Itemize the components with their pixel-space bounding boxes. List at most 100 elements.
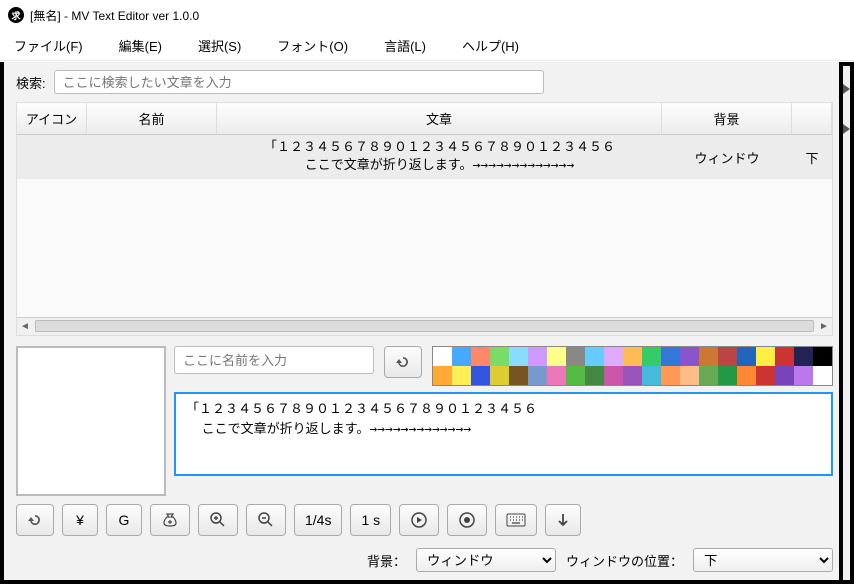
target-button[interactable] bbox=[399, 504, 439, 536]
background-select[interactable]: ウィンドウ bbox=[416, 548, 556, 572]
color-swatch[interactable] bbox=[718, 366, 737, 385]
color-palette bbox=[432, 346, 833, 386]
color-swatch[interactable] bbox=[452, 366, 471, 385]
menu-lang[interactable]: 言語(L) bbox=[384, 36, 426, 55]
color-swatch[interactable] bbox=[775, 366, 794, 385]
color-swatch[interactable] bbox=[813, 347, 832, 366]
menu-file[interactable]: ファイル(F) bbox=[14, 36, 83, 55]
window-pos-select[interactable]: 下 bbox=[693, 548, 833, 572]
record-icon bbox=[458, 511, 476, 529]
header-text[interactable]: 文章 bbox=[217, 103, 662, 134]
color-swatch[interactable] bbox=[433, 347, 452, 366]
color-swatch[interactable] bbox=[756, 366, 775, 385]
color-swatch[interactable] bbox=[509, 366, 528, 385]
color-swatch[interactable] bbox=[756, 347, 775, 366]
color-swatch[interactable] bbox=[623, 366, 642, 385]
money-bag-icon bbox=[161, 511, 179, 529]
color-swatch[interactable] bbox=[813, 366, 832, 385]
right-panel-toggle bbox=[843, 62, 854, 584]
color-swatch[interactable] bbox=[585, 366, 604, 385]
color-swatch[interactable] bbox=[490, 347, 509, 366]
color-swatch[interactable] bbox=[528, 347, 547, 366]
color-swatch[interactable] bbox=[699, 366, 718, 385]
menu-select[interactable]: 選択(S) bbox=[198, 36, 241, 55]
color-swatch[interactable] bbox=[794, 366, 813, 385]
color-swatch[interactable] bbox=[471, 366, 490, 385]
color-swatch[interactable] bbox=[775, 347, 794, 366]
undo-icon bbox=[27, 512, 43, 528]
color-swatch[interactable] bbox=[604, 366, 623, 385]
keyboard-button[interactable] bbox=[495, 504, 537, 536]
expand-2-icon[interactable] bbox=[843, 124, 850, 134]
undo-name-button[interactable] bbox=[384, 346, 422, 378]
cell-pos: 下 bbox=[792, 144, 832, 171]
color-swatch[interactable] bbox=[661, 366, 680, 385]
header-icon[interactable]: アイコン bbox=[17, 103, 87, 134]
one-second-button[interactable]: 1 s bbox=[350, 504, 391, 536]
table-row[interactable]: 「１２３４５６７８９０１２３４５６７８９０１２３４５６ ここで文章が折り返します… bbox=[17, 135, 832, 179]
color-swatch[interactable] bbox=[699, 347, 718, 366]
color-swatch[interactable] bbox=[623, 347, 642, 366]
undo-button[interactable] bbox=[16, 504, 54, 536]
yen-button[interactable]: ¥ bbox=[62, 504, 98, 536]
stop-button[interactable] bbox=[447, 504, 487, 536]
icon-preview[interactable] bbox=[16, 346, 166, 496]
color-swatch[interactable] bbox=[471, 347, 490, 366]
color-swatch[interactable] bbox=[680, 366, 699, 385]
menu-bar: ファイル(F) 編集(E) 選択(S) フォント(O) 言語(L) ヘルプ(H) bbox=[0, 30, 854, 60]
color-swatch[interactable] bbox=[604, 347, 623, 366]
play-circle-icon bbox=[410, 511, 428, 529]
color-swatch[interactable] bbox=[661, 347, 680, 366]
zoom-out-button[interactable] bbox=[246, 504, 286, 536]
arrow-down-icon bbox=[557, 512, 569, 528]
title-bar: 求 [無名] - MV Text Editor ver 1.0.0 bbox=[0, 0, 854, 30]
toolbar: ¥ G 1/4s 1 s bbox=[16, 504, 833, 536]
cell-name bbox=[87, 153, 217, 161]
cell-text: 「１２３４５６７８９０１２３４５６７８９０１２３４５６ ここで文章が折り返します… bbox=[217, 135, 662, 179]
color-swatch[interactable] bbox=[642, 366, 661, 385]
color-swatch[interactable] bbox=[794, 347, 813, 366]
cell-bg: ウィンドウ bbox=[662, 144, 792, 171]
down-arrow-button[interactable] bbox=[545, 504, 581, 536]
color-swatch[interactable] bbox=[490, 366, 509, 385]
zoom-in-button[interactable] bbox=[198, 504, 238, 536]
cell-icon bbox=[17, 153, 87, 161]
color-swatch[interactable] bbox=[547, 366, 566, 385]
zoom-out-icon bbox=[257, 511, 275, 529]
scroll-thumb[interactable] bbox=[35, 320, 814, 332]
color-swatch[interactable] bbox=[642, 347, 661, 366]
scroll-right-icon[interactable]: ► bbox=[816, 318, 832, 335]
color-swatch[interactable] bbox=[566, 347, 585, 366]
app-icon: 求 bbox=[8, 7, 24, 23]
quarter-second-button[interactable]: 1/4s bbox=[294, 504, 342, 536]
color-swatch[interactable] bbox=[452, 347, 471, 366]
expand-1-icon[interactable] bbox=[843, 84, 850, 94]
g-button[interactable]: G bbox=[106, 504, 142, 536]
color-swatch[interactable] bbox=[737, 347, 756, 366]
menu-font[interactable]: フォント(O) bbox=[277, 36, 348, 55]
color-swatch[interactable] bbox=[528, 366, 547, 385]
search-input[interactable] bbox=[54, 70, 544, 94]
undo-icon bbox=[395, 354, 411, 370]
color-swatch[interactable] bbox=[566, 366, 585, 385]
color-swatch[interactable] bbox=[680, 347, 699, 366]
color-swatch[interactable] bbox=[718, 347, 737, 366]
color-swatch[interactable] bbox=[547, 347, 566, 366]
window-title: [無名] - MV Text Editor ver 1.0.0 bbox=[30, 7, 199, 24]
background-label: 背景： bbox=[367, 551, 406, 570]
text-editor[interactable]: 「１２３４５６７８９０１２３４５６７８９０１２３４５６ ここで文章が折り返します… bbox=[174, 392, 833, 476]
header-pos[interactable] bbox=[792, 103, 832, 134]
menu-edit[interactable]: 編集(E) bbox=[119, 36, 162, 55]
bag-button[interactable] bbox=[150, 504, 190, 536]
name-input[interactable] bbox=[174, 346, 374, 374]
color-swatch[interactable] bbox=[509, 347, 528, 366]
color-swatch[interactable] bbox=[433, 366, 452, 385]
header-bg[interactable]: 背景 bbox=[662, 103, 792, 134]
header-name[interactable]: 名前 bbox=[87, 103, 217, 134]
color-swatch[interactable] bbox=[585, 347, 604, 366]
horizontal-scrollbar[interactable]: ◄ ► bbox=[17, 317, 832, 335]
scroll-left-icon[interactable]: ◄ bbox=[17, 318, 33, 335]
window-pos-label: ウィンドウの位置： bbox=[566, 551, 683, 570]
color-swatch[interactable] bbox=[737, 366, 756, 385]
menu-help[interactable]: ヘルプ(H) bbox=[462, 36, 519, 55]
